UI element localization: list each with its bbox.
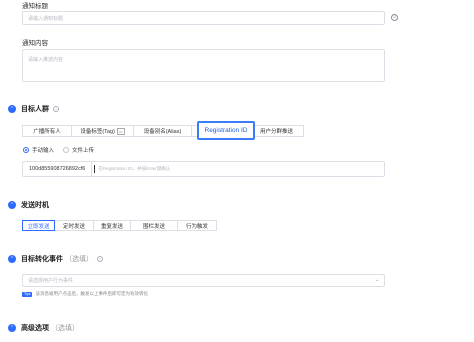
notify-title-label: 通知标题: [22, 3, 48, 10]
conversion-section-header[interactable]: ⌃ 目标转化事件 （选填） ?: [8, 254, 103, 264]
input-mode-file[interactable]: 文件上传: [63, 146, 94, 154]
audience-tabs: 广播所有人 设备标签(Tag) ▭ 设备别名(Alias) 用户分群推送: [22, 125, 304, 137]
option-send-now[interactable]: 立即发送: [22, 220, 55, 231]
notify-content-textarea[interactable]: 请输入推送内容: [22, 49, 385, 82]
send-time-title: 发送时机: [21, 202, 49, 209]
chevron-up-icon: ⌃: [8, 201, 16, 209]
smile-icon[interactable]: ☺: [391, 14, 398, 21]
advanced-title: 高级选项: [21, 325, 49, 332]
tab-tag[interactable]: 设备标签(Tag) ▭: [71, 125, 134, 137]
chevron-up-icon: ⌃: [8, 324, 16, 332]
radio-checked: [23, 147, 29, 153]
conversion-event-select[interactable]: 请选择用户行为事件: [22, 274, 385, 287]
input-mode-manual[interactable]: 手动输入: [23, 146, 54, 154]
registration-id-tag[interactable]: 100d855908726892cf6: [23, 162, 93, 176]
tab-alias[interactable]: 设备别名(Alias): [133, 125, 192, 137]
advanced-section-header[interactable]: ⌃ 高级选项 （选填）: [8, 323, 79, 333]
conversion-title: 目标转化事件: [21, 256, 63, 263]
option-behavior-trigger[interactable]: 行为触发: [177, 220, 217, 231]
input-mode-file-label: 文件上传: [72, 148, 95, 154]
chevron-up-icon: ⌃: [8, 105, 16, 113]
conversion-hint-text: 该消息被用户点击后，触发以上事件后即可定为有效转化: [35, 291, 148, 296]
conversion-hint: Tips 该消息被用户点击后，触发以上事件后即可定为有效转化: [22, 291, 148, 297]
option-geofence[interactable]: 围栏发送: [130, 220, 178, 231]
audience-section-header[interactable]: ⌃ 目标人群 ?: [8, 104, 59, 114]
tab-tag-label: 设备标签(Tag): [80, 129, 115, 135]
chevron-down-icon: ⌄: [375, 277, 380, 283]
tips-badge: Tips: [22, 291, 33, 297]
radio-unchecked: [63, 147, 69, 153]
tab-registration-id[interactable]: Registration ID: [197, 121, 255, 140]
option-repeat[interactable]: 重复发送: [93, 220, 131, 231]
question-circle-icon[interactable]: ?: [53, 106, 59, 112]
audience-title: 目标人群: [21, 106, 49, 113]
registration-id-placeholder: 在Registration ID，并按Enter键确认: [98, 166, 171, 171]
registration-id-input[interactable]: 100d855908726892cf6 在Registration ID，并按E…: [22, 161, 385, 177]
tag-icon: ▭: [116, 127, 125, 135]
option-scheduled[interactable]: 定时发送: [54, 220, 94, 231]
notify-title-input[interactable]: 请输入通知标题: [22, 11, 385, 25]
chevron-up-icon: ⌃: [8, 255, 16, 263]
input-mode-manual-label: 手动输入: [32, 148, 55, 154]
text-caret: [94, 165, 96, 173]
tab-user-segment[interactable]: 用户分群推送: [249, 125, 304, 137]
send-time-section-header[interactable]: ⌃ 发送时机: [8, 200, 49, 210]
notify-content-label: 通知内容: [22, 40, 48, 47]
advanced-subtitle: （选填）: [51, 325, 79, 332]
send-time-options: 立即发送 定时发送 重复发送 围栏发送 行为触发: [22, 220, 217, 231]
question-circle-icon[interactable]: ?: [97, 256, 103, 262]
tab-broadcast[interactable]: 广播所有人: [22, 125, 72, 137]
conversion-subtitle: （选填）: [65, 256, 93, 263]
